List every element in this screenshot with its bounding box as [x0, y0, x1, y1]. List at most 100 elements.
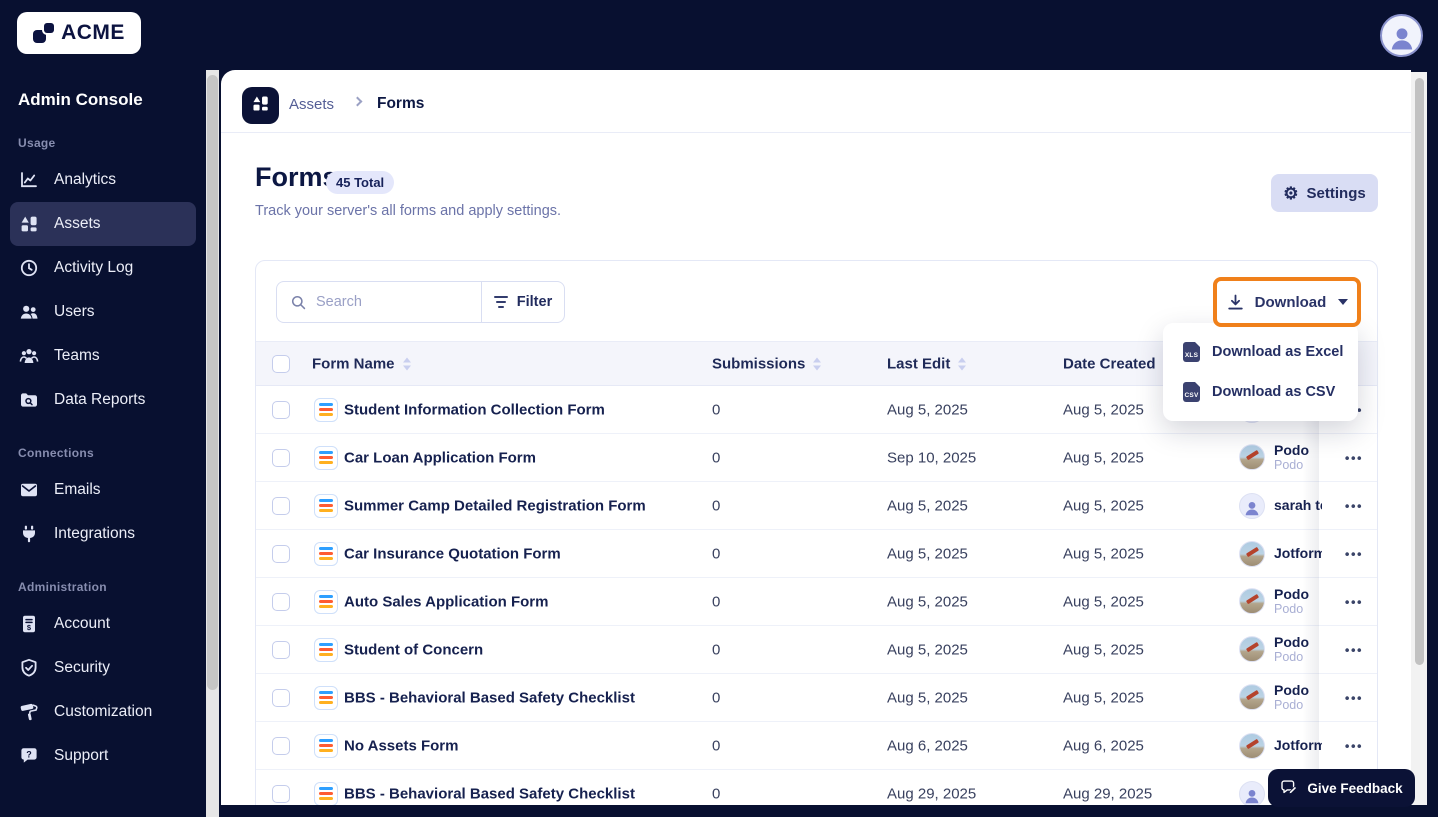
table-row[interactable]: Student of Concern 0 Aug 5, 2025 Aug 5, … [256, 626, 1377, 674]
sidebar-scrollbar-thumb[interactable] [207, 75, 218, 690]
table-row[interactable]: Auto Sales Application Form 0 Aug 5, 202… [256, 578, 1377, 626]
row-actions-button[interactable]: ••• [1334, 642, 1374, 657]
form-name[interactable]: Student Information Collection Form [344, 401, 605, 418]
svg-text:?: ? [26, 750, 32, 760]
breadcrumb-assets-tile [242, 87, 279, 124]
page-subtitle: Track your server's all forms and apply … [255, 203, 561, 219]
form-icon [314, 734, 338, 758]
owner-subname: Podo [1274, 602, 1322, 617]
sidebar-item-account[interactable]: $ Account [10, 602, 196, 646]
sidebar-item-teams[interactable]: Teams [10, 334, 196, 378]
form-name[interactable]: Summer Camp Detailed Registration Form [344, 497, 646, 514]
give-feedback-label: Give Feedback [1307, 781, 1402, 796]
sort-icon[interactable] [813, 357, 821, 370]
menu-item-download-as-excel[interactable]: XLS Download as Excel [1163, 332, 1358, 372]
owner-avatar [1239, 781, 1265, 806]
last-edit-date: Aug 5, 2025 [887, 401, 968, 418]
form-name[interactable]: Auto Sales Application Form [344, 593, 548, 610]
sidebar-item-emails[interactable]: Emails [10, 468, 196, 512]
sidebar-item-analytics[interactable]: Analytics [10, 158, 196, 202]
sidebar-item-customization[interactable]: Customization [10, 690, 196, 734]
download-dropdown-menu: XLS Download as Excel CSV Download as CS… [1163, 323, 1358, 421]
filter-icon [494, 296, 508, 308]
row-checkbox[interactable] [272, 449, 290, 467]
submissions-count: 0 [712, 449, 720, 466]
table-row[interactable]: BBS - Behavioral Based Safety Checklist … [256, 674, 1377, 722]
owner-name: Podo [1274, 634, 1322, 651]
row-checkbox[interactable] [272, 737, 290, 755]
form-name[interactable]: Car Loan Application Form [344, 449, 536, 466]
row-checkbox[interactable] [272, 401, 290, 419]
chevron-down-icon [1338, 299, 1348, 305]
row-actions-button[interactable]: ••• [1334, 690, 1374, 705]
form-name[interactable]: BBS - Behavioral Based Safety Checklist [344, 785, 635, 802]
breadcrumb-parent-link[interactable]: Assets [289, 96, 334, 113]
owner-name: Jotform [1274, 737, 1322, 754]
form-icon [314, 590, 338, 614]
acme-logo-text: ACME [61, 21, 125, 45]
table-row[interactable]: Car Loan Application Form 0 Sep 10, 2025… [256, 434, 1377, 482]
owner-avatar [1239, 636, 1265, 662]
table-row[interactable]: Car Insurance Quotation Form 0 Aug 5, 20… [256, 530, 1377, 578]
row-checkbox[interactable] [272, 593, 290, 611]
row-checkbox[interactable] [272, 545, 290, 563]
row-actions-button[interactable]: ••• [1334, 546, 1374, 561]
emails-icon [19, 480, 39, 500]
sort-icon[interactable] [403, 357, 411, 370]
table-row[interactable]: BBS - Behavioral Based Safety Checklist … [256, 770, 1377, 805]
owner-cell: PodoPodo [1239, 682, 1322, 714]
form-name[interactable]: Student of Concern [344, 641, 483, 658]
users-icon [19, 302, 39, 322]
form-name[interactable]: No Assets Form [344, 737, 458, 754]
form-name[interactable]: Car Insurance Quotation Form [344, 545, 561, 562]
owner-avatar [1239, 444, 1265, 470]
submissions-count: 0 [712, 689, 720, 706]
date-created: Aug 5, 2025 [1063, 593, 1144, 610]
form-name[interactable]: BBS - Behavioral Based Safety Checklist [344, 689, 635, 706]
row-actions-button[interactable]: ••• [1334, 498, 1374, 513]
analytics-icon [19, 170, 39, 190]
settings-button[interactable]: ⚙ Settings [1271, 174, 1378, 212]
feedback-icon [1280, 779, 1298, 797]
last-edit-date: Aug 6, 2025 [887, 737, 968, 754]
select-all-checkbox[interactable] [272, 355, 290, 373]
sidebar-item-integrations[interactable]: Integrations [10, 512, 196, 556]
date-created: Aug 5, 2025 [1063, 641, 1144, 658]
row-checkbox[interactable] [272, 641, 290, 659]
give-feedback-button[interactable]: Give Feedback [1268, 769, 1415, 807]
row-checkbox[interactable] [272, 785, 290, 803]
table-row[interactable]: No Assets Form 0 Aug 6, 2025 Aug 6, 2025… [256, 722, 1377, 770]
sidebar-item-users[interactable]: Users [10, 290, 196, 334]
user-avatar[interactable] [1380, 14, 1423, 57]
form-icon [314, 782, 338, 806]
sidebar: Admin Console Usage Analytics Assets Act… [0, 70, 206, 817]
submissions-count: 0 [712, 545, 720, 562]
download-button[interactable]: Download [1213, 277, 1361, 327]
person-icon [1386, 22, 1418, 54]
row-actions-button[interactable]: ••• [1334, 594, 1374, 609]
assets-icon [19, 214, 39, 234]
content-scrollbar-thumb[interactable] [1415, 78, 1424, 665]
sidebar-item-support[interactable]: ? Support [10, 734, 196, 778]
acme-logo[interactable]: ACME [17, 12, 141, 54]
sort-icon[interactable] [958, 357, 966, 370]
row-actions-button[interactable]: ••• [1334, 450, 1374, 465]
sidebar-item-security[interactable]: Security [10, 646, 196, 690]
settings-button-label: Settings [1307, 185, 1366, 202]
menu-item-download-as-csv[interactable]: CSV Download as CSV [1163, 372, 1358, 412]
sidebar-item-activity-log[interactable]: Activity Log [10, 246, 196, 290]
search-input[interactable] [316, 294, 471, 310]
sidebar-item-data-reports[interactable]: Data Reports [10, 378, 196, 422]
table-row[interactable]: Summer Camp Detailed Registration Form 0… [256, 482, 1377, 530]
row-checkbox[interactable] [272, 497, 290, 515]
header-divider [221, 132, 1411, 133]
row-actions-button[interactable]: ••• [1334, 738, 1374, 753]
row-checkbox[interactable] [272, 689, 290, 707]
teams-icon [19, 346, 39, 366]
security-icon [19, 658, 39, 678]
sidebar-item-assets[interactable]: Assets [10, 202, 196, 246]
owner-avatar [1239, 541, 1265, 567]
owner-avatar [1239, 733, 1265, 759]
date-created: Aug 5, 2025 [1063, 497, 1144, 514]
filter-button[interactable]: Filter [481, 281, 565, 323]
